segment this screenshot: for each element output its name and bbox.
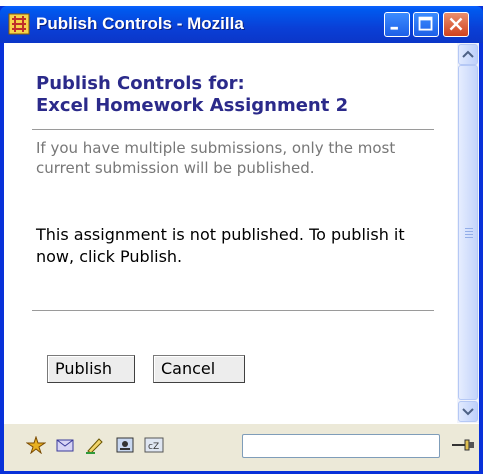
close-icon [449,17,463,31]
grip-line [465,234,473,235]
svg-text:cZ: cZ [148,442,159,452]
publish-status-message: This assignment is not published. To pub… [36,225,405,266]
publish-button[interactable]: Publish [47,355,135,383]
scroll-up-button[interactable] [458,44,478,65]
scroll-thumb[interactable] [458,65,478,400]
mail-icon[interactable] [55,436,75,454]
maximize-icon [418,16,433,31]
close-button[interactable] [443,12,469,37]
status-bar: cZ [4,423,479,471]
address-book-icon[interactable] [115,436,135,454]
grip-line [465,228,473,229]
mozilla-app-icon [8,13,30,35]
buttons-divider [32,310,434,311]
cancel-button[interactable]: Cancel [153,355,245,383]
composer-icon[interactable] [85,436,105,454]
popup-window: Publish Controls - Mozilla Publish Contr… [0,6,483,474]
grip-line [465,231,473,232]
minimize-icon [390,26,398,30]
scroll-down-button[interactable] [458,401,478,422]
heading-divider [32,129,434,130]
title-bar[interactable]: Publish Controls - Mozilla [0,6,483,43]
submission-note: If you have multiple submissions, only t… [36,139,396,177]
page-heading: Publish Controls for: Excel Homework Ass… [36,73,348,117]
heading-line-1: Publish Controls for: [36,73,245,94]
maximize-button[interactable] [413,12,439,37]
chevron-up-icon [462,50,474,58]
client-area: Publish Controls for: Excel Homework Ass… [4,43,479,471]
status-url-field[interactable] [242,434,440,458]
navigator-icon[interactable] [26,436,46,454]
window-title: Publish Controls - Mozilla [36,14,244,33]
heading-line-2: Excel Homework Assignment 2 [36,95,349,116]
content-pane: Publish Controls for: Excel Homework Ass… [4,43,457,423]
vertical-scrollbar[interactable] [457,43,479,423]
chatzilla-icon[interactable]: cZ [144,436,164,454]
chevron-down-icon [462,408,474,416]
security-icon[interactable] [452,438,476,452]
grip-line [465,237,473,238]
minimize-button[interactable] [384,12,410,37]
